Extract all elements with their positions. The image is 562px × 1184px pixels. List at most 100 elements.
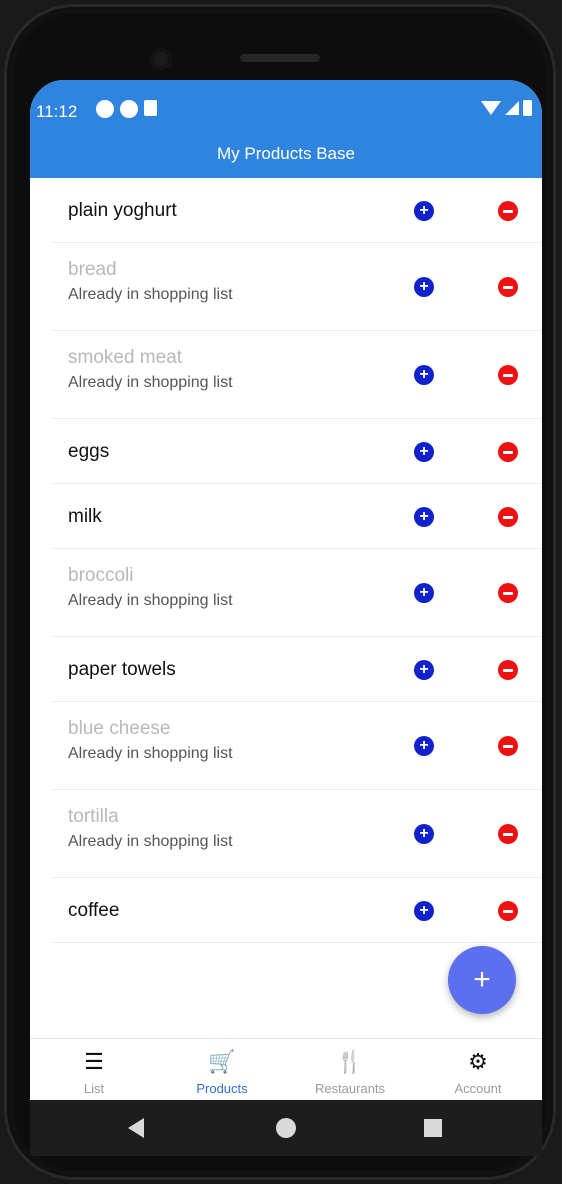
remove-product-button[interactable] — [498, 824, 518, 844]
cart-icon: 🛒 — [208, 1049, 236, 1074]
product-status: Already in shopping list — [68, 745, 233, 762]
minus-circle-icon — [503, 373, 513, 377]
product-name: plain yoghurt — [68, 200, 177, 221]
notification-icons — [96, 100, 157, 118]
minus-circle-icon — [503, 744, 513, 748]
notification-sync-icon — [120, 100, 138, 118]
remove-product-button[interactable] — [498, 201, 518, 221]
product-name: eggs — [68, 441, 110, 462]
tab-label: Account — [454, 1081, 502, 1096]
minus-circle-icon — [503, 450, 513, 454]
add-product-fab[interactable]: + — [448, 946, 516, 1014]
tab-label: List — [83, 1081, 105, 1096]
app-bar: My Products Base — [30, 142, 542, 178]
sd-card-icon — [144, 100, 157, 116]
status-clock: 11:12 — [36, 102, 78, 121]
add-to-list-button[interactable]: + — [414, 201, 434, 221]
tab-account[interactable]: ⚙ Account — [414, 1039, 542, 1100]
product-name: broccoli — [68, 565, 134, 586]
product-name: smoked meat — [68, 347, 183, 368]
product-status: Already in shopping list — [68, 286, 233, 303]
minus-circle-icon — [503, 591, 513, 595]
add-to-list-button[interactable]: + — [414, 277, 434, 297]
home-icon[interactable] — [276, 1118, 296, 1138]
minus-circle-icon — [503, 285, 513, 289]
signal-icon — [505, 101, 519, 115]
add-to-list-button[interactable]: + — [414, 583, 434, 603]
product-list-item[interactable]: eggs + — [52, 419, 542, 484]
app-screen: 11:12 My Products Base plain yoghurt + bre… — [30, 80, 542, 1100]
product-name: bread — [68, 259, 117, 280]
minus-circle-icon — [503, 668, 513, 672]
add-to-list-button[interactable]: + — [414, 365, 434, 385]
add-to-list-button[interactable]: + — [414, 824, 434, 844]
plus-circle-icon: + — [419, 366, 429, 383]
remove-product-button[interactable] — [498, 583, 518, 603]
back-icon[interactable] — [128, 1118, 144, 1138]
product-status: Already in shopping list — [68, 833, 233, 850]
add-to-list-button[interactable]: + — [414, 736, 434, 756]
remove-product-button[interactable] — [498, 277, 518, 297]
product-name: blue cheese — [68, 718, 171, 739]
product-list-item[interactable]: bread Already in shopping list + — [52, 243, 542, 331]
minus-circle-icon — [503, 515, 513, 519]
plus-circle-icon: + — [419, 661, 429, 678]
minus-circle-icon — [503, 209, 513, 213]
plus-circle-icon: + — [419, 508, 429, 525]
remove-product-button[interactable] — [498, 736, 518, 756]
remove-product-button[interactable] — [498, 507, 518, 527]
plus-icon: + — [473, 963, 491, 996]
list-icon: ☰ — [84, 1049, 104, 1074]
product-name: coffee — [68, 900, 120, 921]
add-to-list-button[interactable]: + — [414, 507, 434, 527]
system-icons — [481, 100, 532, 116]
product-list-item[interactable]: tortilla Already in shopping list + — [52, 790, 542, 878]
wifi-icon — [481, 101, 501, 115]
remove-product-button[interactable] — [498, 660, 518, 680]
product-list-item[interactable]: milk + — [52, 484, 542, 549]
remove-product-button[interactable] — [498, 901, 518, 921]
product-name: milk — [68, 506, 102, 527]
system-navigation-bar — [30, 1100, 542, 1156]
remove-product-button[interactable] — [498, 365, 518, 385]
earpiece-speaker — [240, 54, 320, 62]
gears-icon: ⚙ — [468, 1049, 488, 1074]
product-list-item[interactable]: plain yoghurt + — [52, 178, 542, 243]
tab-restaurants[interactable]: 🍴 Restaurants — [286, 1039, 414, 1100]
product-list-item[interactable]: smoked meat Already in shopping list + — [52, 331, 542, 419]
tab-label: Restaurants — [314, 1081, 386, 1096]
front-camera — [150, 48, 172, 70]
product-list-item[interactable]: blue cheese Already in shopping list + — [52, 702, 542, 790]
add-to-list-button[interactable]: + — [414, 660, 434, 680]
notification-a-icon — [96, 100, 114, 118]
fork-knife-icon: 🍴 — [336, 1049, 364, 1074]
tab-label: Products — [196, 1081, 248, 1096]
tab-list[interactable]: ☰ List — [30, 1039, 158, 1100]
remove-product-button[interactable] — [498, 442, 518, 462]
minus-circle-icon — [503, 832, 513, 836]
plus-circle-icon: + — [419, 902, 429, 919]
plus-circle-icon: + — [419, 278, 429, 295]
product-status: Already in shopping list — [68, 374, 233, 391]
add-to-list-button[interactable]: + — [414, 442, 434, 462]
product-list-item[interactable]: broccoli Already in shopping list + — [52, 549, 542, 637]
tab-products[interactable]: 🛒 Products — [158, 1039, 286, 1100]
battery-icon — [523, 100, 532, 116]
plus-circle-icon: + — [419, 584, 429, 601]
status-bar: 11:12 — [30, 80, 542, 142]
product-name: tortilla — [68, 806, 119, 827]
product-list-item[interactable]: paper towels + — [52, 637, 542, 702]
product-name: paper towels — [68, 659, 176, 680]
bottom-navigation: ☰ List 🛒 Products 🍴 Restaurants ⚙ Account — [30, 1038, 542, 1100]
page-title: My Products Base — [217, 144, 355, 163]
plus-circle-icon: + — [419, 825, 429, 842]
add-to-list-button[interactable]: + — [414, 901, 434, 921]
plus-circle-icon: + — [419, 737, 429, 754]
product-status: Already in shopping list — [68, 592, 233, 609]
product-list: plain yoghurt + bread Already in shopping l… — [30, 178, 542, 943]
plus-circle-icon: + — [419, 443, 429, 460]
recent-apps-icon[interactable] — [424, 1119, 442, 1137]
product-list-item[interactable]: coffee + — [52, 878, 542, 943]
minus-circle-icon — [503, 909, 513, 913]
plus-circle-icon: + — [419, 202, 429, 219]
